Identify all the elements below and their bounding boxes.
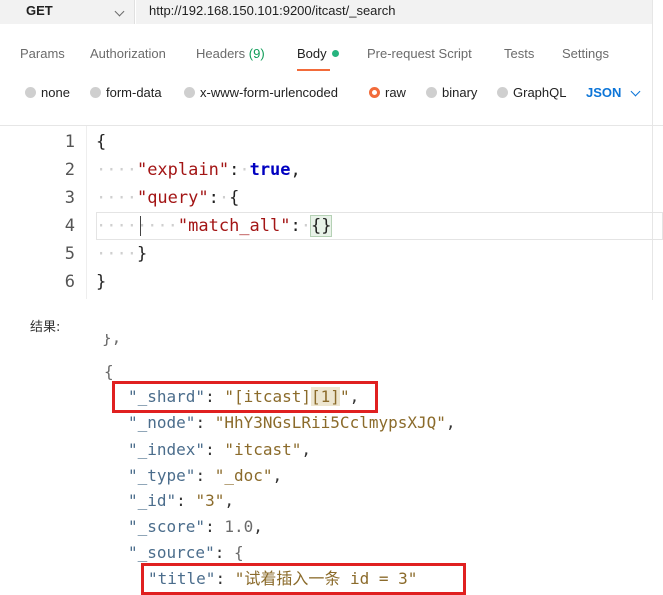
radio-icon <box>25 87 36 98</box>
json-brace: } <box>136 244 148 264</box>
format-select[interactable]: JSON <box>586 85 621 100</box>
postman-request-panel: GET http://192.168.150.101:9200/itcast/_… <box>0 0 663 300</box>
result-line: "_id": "3", <box>128 491 234 510</box>
tab-body-label: Body <box>297 46 327 61</box>
json-key: "explain" <box>136 160 230 180</box>
line-number: 2 <box>64 160 75 180</box>
radio-checked-icon <box>369 87 380 98</box>
code-line: 1 { <box>0 128 663 156</box>
json-colon: : <box>208 188 219 208</box>
json-string: "HhY3NGsLRii5CclmypsXJQ" <box>214 413 446 432</box>
result-line: "_index": "itcast", <box>128 440 312 459</box>
code-line: 6 } <box>0 268 663 296</box>
code-line: 2 ····"explain":·true, <box>0 156 663 184</box>
line-number: 5 <box>64 244 75 264</box>
json-key: "_source" <box>128 543 215 562</box>
radio-raw[interactable]: raw <box>369 85 406 100</box>
radio-form-data[interactable]: form-data <box>90 85 162 100</box>
radio-raw-label: raw <box>385 85 406 100</box>
method-select[interactable]: GET <box>0 0 135 24</box>
line-number: 4 <box>64 216 75 236</box>
json-string: "_doc" <box>214 466 273 485</box>
url-bar: GET http://192.168.150.101:9200/itcast/_… <box>0 0 652 24</box>
code-line: 5 ····} <box>0 240 663 268</box>
json-number: 1.0 <box>224 517 254 536</box>
radio-binary[interactable]: binary <box>426 85 477 100</box>
radio-none-label: none <box>41 85 70 100</box>
json-key: "_node" <box>128 413 196 432</box>
line-number: 6 <box>64 272 75 292</box>
radio-form-data-label: form-data <box>106 85 162 100</box>
method-label: GET <box>26 3 53 18</box>
request-tabs: Params Authorization Headers (9) Body Pr… <box>0 46 652 71</box>
tab-settings[interactable]: Settings <box>562 46 609 61</box>
json-key: "_index" <box>128 440 206 459</box>
tab-tests[interactable]: Tests <box>504 46 534 61</box>
headers-count-badge: (9) <box>248 46 265 61</box>
json-colon: : <box>229 160 240 180</box>
json-comma: , <box>290 160 301 180</box>
code-text: { <box>96 128 106 156</box>
tab-headers-label: Headers <box>196 46 246 61</box>
line-number: 3 <box>64 188 75 208</box>
code-line: 3 ····"query":·{ <box>0 184 663 212</box>
code-editor[interactable]: 1 { 2 ····"explain":·true, 3 ····"query"… <box>0 125 663 299</box>
tab-headers[interactable]: Headers (9) <box>196 46 265 61</box>
tab-body[interactable]: Body <box>297 46 339 61</box>
json-brace: { <box>96 132 107 152</box>
result-partial-line: }, <box>102 334 122 347</box>
highlight-box-shard <box>112 381 378 413</box>
json-key: "query" <box>136 188 209 208</box>
radio-urlencoded-label: x-www-form-urlencoded <box>200 85 338 100</box>
result-label: 结果: <box>30 320 61 335</box>
result-line: "_score": 1.0, <box>128 517 263 536</box>
json-string: "3" <box>195 491 225 510</box>
tab-params[interactable]: Params <box>20 46 65 61</box>
json-key: "_score" <box>128 517 206 536</box>
code-line-current: 4 ········"match_all":·{} <box>0 212 663 240</box>
body-type-options: none form-data x-www-form-urlencoded raw… <box>0 85 652 105</box>
radio-icon <box>497 87 508 98</box>
line-number: 1 <box>64 132 75 152</box>
chevron-down-icon <box>630 86 641 97</box>
code-text: ····"explain":·true, <box>96 160 301 180</box>
highlight-box-title <box>141 563 466 595</box>
json-key: "_type" <box>128 466 196 485</box>
json-brace: { <box>104 362 114 381</box>
json-string: "itcast" <box>224 440 302 459</box>
radio-x-www-form-urlencoded[interactable]: x-www-form-urlencoded <box>184 85 338 100</box>
json-bool: true <box>249 160 291 180</box>
code-text: ····"query":·{ <box>96 188 240 208</box>
code-text: ····} <box>96 244 148 264</box>
radio-graphql[interactable]: GraphQL <box>497 85 566 100</box>
radio-graphql-label: GraphQL <box>513 85 567 100</box>
json-colon: : <box>290 216 301 236</box>
json-brace: { <box>233 543 244 562</box>
code-text: } <box>96 268 106 296</box>
json-brace: } <box>96 272 107 292</box>
radio-icon <box>184 87 195 98</box>
result-line: "_type": "_doc", <box>128 466 283 485</box>
url-text: http://192.168.150.101:9200/itcast/_sear… <box>149 3 396 18</box>
tab-authorization[interactable]: Authorization <box>90 46 166 61</box>
radio-icon <box>90 87 101 98</box>
radio-none[interactable]: none <box>25 85 70 100</box>
tab-pre-request-script[interactable]: Pre-request Script <box>367 46 472 61</box>
chevron-down-icon <box>114 6 125 17</box>
radio-binary-label: binary <box>442 85 478 100</box>
radio-icon <box>426 87 437 98</box>
json-key: "match_all" <box>177 216 291 236</box>
json-brace: { <box>229 188 240 208</box>
body-active-dot-icon <box>331 50 339 57</box>
url-input[interactable]: http://192.168.150.101:9200/itcast/_sear… <box>136 0 652 24</box>
result-line: "_node": "HhY3NGsLRii5CclmypsXJQ", <box>128 413 456 432</box>
json-key: "_id" <box>128 491 177 510</box>
json-empty-object: {} <box>309 215 333 237</box>
active-tab-indicator <box>297 69 330 71</box>
code-text: ········"match_all":·{} <box>96 215 333 237</box>
